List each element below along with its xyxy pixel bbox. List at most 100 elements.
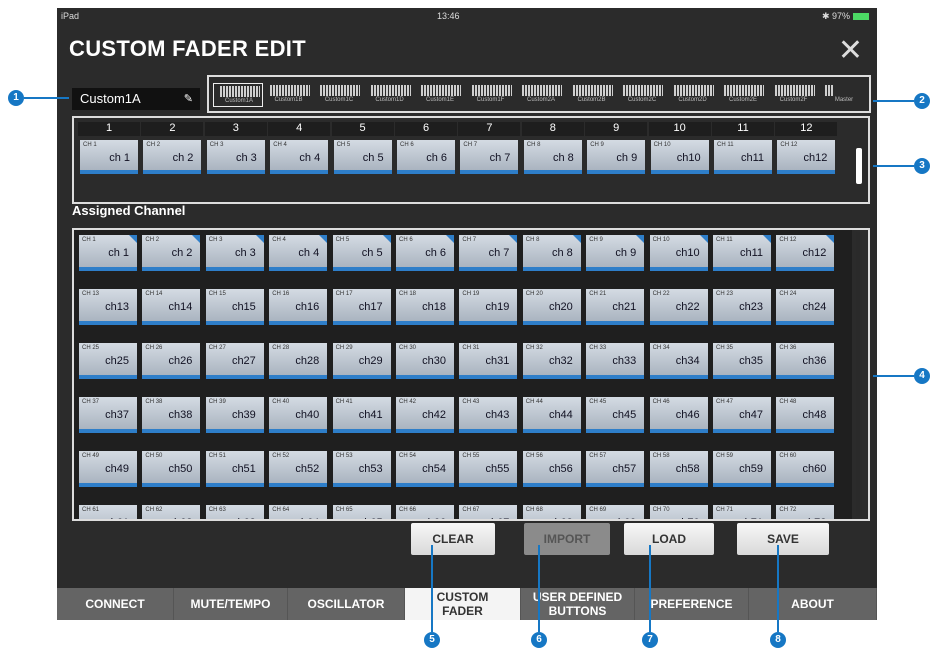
assigned-channel-tile[interactable]: CH 57 ch57 bbox=[586, 451, 645, 487]
layer-fader-tile[interactable]: CH 11 ch11 bbox=[714, 140, 772, 174]
assigned-channel-tile[interactable]: CH 62 ch62 bbox=[142, 505, 201, 519]
assigned-channel-tile[interactable]: CH 38 ch38 bbox=[142, 397, 201, 433]
assigned-channel-tile[interactable]: CH 16 ch16 bbox=[269, 289, 328, 325]
assigned-channel-tile[interactable]: CH 70 ch70 bbox=[649, 505, 708, 519]
assigned-channel-tile[interactable]: CH 49 ch49 bbox=[79, 451, 137, 487]
clear-button[interactable]: CLEAR bbox=[411, 523, 495, 555]
assigned-channel-tile[interactable]: CH 8 ch 8 bbox=[522, 235, 581, 271]
assigned-channel-tile[interactable]: CH 13 ch13 bbox=[79, 289, 137, 325]
assigned-channel-tile[interactable]: CH 17 ch17 bbox=[332, 289, 391, 325]
bank-custom2f[interactable]: Custom2F bbox=[769, 83, 819, 107]
bank-custom1d[interactable]: Custom1D bbox=[365, 83, 415, 107]
assigned-channel-tile[interactable]: CH 15 ch15 bbox=[205, 289, 264, 325]
assigned-channel-tile[interactable]: CH 63 ch63 bbox=[205, 505, 264, 519]
assigned-channel-tile[interactable]: CH 60 ch60 bbox=[776, 451, 835, 487]
bank-custom1b[interactable]: Custom1B bbox=[264, 83, 314, 107]
assigned-channel-tile[interactable]: CH 40 ch40 bbox=[269, 397, 328, 433]
assigned-channel-tile[interactable]: CH 36 ch36 bbox=[776, 343, 835, 379]
assigned-channel-tile[interactable]: CH 12 ch12 bbox=[776, 235, 835, 271]
assigned-channel-tile[interactable]: CH 23 ch23 bbox=[713, 289, 771, 325]
assigned-channel-tile[interactable]: CH 20 ch20 bbox=[522, 289, 581, 325]
assigned-channel-tile[interactable]: CH 58 ch58 bbox=[649, 451, 708, 487]
assigned-channel-tile[interactable]: CH 48 ch48 bbox=[776, 397, 835, 433]
assigned-channel-tile[interactable]: CH 64 ch64 bbox=[269, 505, 328, 519]
import-button[interactable]: IMPORT bbox=[524, 523, 610, 555]
edit-pencil-icon[interactable]: ✎ bbox=[184, 88, 193, 110]
assigned-channel-tile[interactable]: CH 31 ch31 bbox=[459, 343, 518, 379]
bank-custom2e[interactable]: Custom2E bbox=[718, 83, 768, 107]
bank-custom2d[interactable]: Custom2D bbox=[668, 83, 718, 107]
assigned-channel-scrollbar[interactable] bbox=[856, 232, 862, 516]
assigned-channel-tile[interactable]: CH 45 ch45 bbox=[586, 397, 645, 433]
assigned-channel-tile[interactable]: CH 65 ch65 bbox=[332, 505, 391, 519]
assigned-channel-tile[interactable]: CH 72 ch72 bbox=[776, 505, 835, 519]
layer-fader-tile[interactable]: CH 10 ch10 bbox=[650, 140, 709, 174]
assigned-channel-tile[interactable]: CH 67 ch67 bbox=[459, 505, 518, 519]
layer-fader-tile[interactable]: CH 8 ch 8 bbox=[523, 140, 582, 174]
assigned-channel-tile[interactable]: CH 34 ch34 bbox=[649, 343, 708, 379]
assigned-channel-tile[interactable]: CH 26 ch26 bbox=[142, 343, 201, 379]
assigned-channel-tile[interactable]: CH 29 ch29 bbox=[332, 343, 391, 379]
tab-connect[interactable]: CONNECT bbox=[57, 588, 174, 620]
assigned-channel-tile[interactable]: CH 5 ch 5 bbox=[332, 235, 391, 271]
layer-fader-tile[interactable]: CH 7 ch 7 bbox=[460, 140, 519, 174]
assigned-channel-tile[interactable]: CH 44 ch44 bbox=[522, 397, 581, 433]
bank-custom1f[interactable]: Custom1F bbox=[466, 83, 516, 107]
assigned-channel-tile[interactable]: CH 6 ch 6 bbox=[396, 235, 454, 271]
assigned-channel-tile[interactable]: CH 14 ch14 bbox=[142, 289, 201, 325]
assigned-channel-tile[interactable]: CH 7 ch 7 bbox=[459, 235, 518, 271]
assigned-channel-tile[interactable]: CH 19 ch19 bbox=[459, 289, 518, 325]
assigned-channel-tile[interactable]: CH 22 ch22 bbox=[649, 289, 708, 325]
assigned-channel-tile[interactable]: CH 56 ch56 bbox=[522, 451, 581, 487]
assigned-channel-tile[interactable]: CH 55 ch55 bbox=[459, 451, 518, 487]
save-button[interactable]: SAVE bbox=[737, 523, 829, 555]
load-button[interactable]: LOAD bbox=[624, 523, 714, 555]
close-icon[interactable]: ✕ bbox=[838, 36, 863, 66]
assigned-channel-tile[interactable]: CH 41 ch41 bbox=[332, 397, 391, 433]
assigned-channel-tile[interactable]: CH 46 ch46 bbox=[649, 397, 708, 433]
tab-mute-tempo[interactable]: MUTE/TEMPO bbox=[174, 588, 288, 620]
assigned-channel-tile[interactable]: CH 24 ch24 bbox=[776, 289, 835, 325]
bank-custom1c[interactable]: Custom1C bbox=[314, 83, 364, 107]
assigned-channel-tile[interactable]: CH 50 ch50 bbox=[142, 451, 201, 487]
assigned-channel-tile[interactable]: CH 54 ch54 bbox=[396, 451, 454, 487]
assigned-channel-tile[interactable]: CH 25 ch25 bbox=[79, 343, 137, 379]
layer-fader-tile[interactable]: CH 2 ch 2 bbox=[143, 140, 202, 174]
assigned-channel-tile[interactable]: CH 18 ch18 bbox=[396, 289, 454, 325]
layer-fader-tile[interactable]: CH 5 ch 5 bbox=[333, 140, 392, 174]
assigned-channel-tile[interactable]: CH 32 ch32 bbox=[522, 343, 581, 379]
layer-fader-tile[interactable]: CH 3 ch 3 bbox=[206, 140, 265, 174]
assigned-channel-tile[interactable]: CH 30 ch30 bbox=[396, 343, 454, 379]
layer-strip-scrollbar[interactable] bbox=[856, 148, 862, 184]
layer-name-field[interactable]: Custom1A ✎ bbox=[72, 88, 200, 110]
assigned-channel-tile[interactable]: CH 43 ch43 bbox=[459, 397, 518, 433]
assigned-channel-tile[interactable]: CH 47 ch47 bbox=[713, 397, 771, 433]
layer-fader-tile[interactable]: CH 4 ch 4 bbox=[270, 140, 329, 174]
assigned-channel-tile[interactable]: CH 9 ch 9 bbox=[586, 235, 645, 271]
assigned-channel-tile[interactable]: CH 51 ch51 bbox=[205, 451, 264, 487]
assigned-channel-tile[interactable]: CH 68 ch68 bbox=[522, 505, 581, 519]
bank-custom1a[interactable]: Custom1A bbox=[213, 83, 263, 107]
assigned-channel-tile[interactable]: CH 4 ch 4 bbox=[269, 235, 328, 271]
assigned-channel-tile[interactable]: CH 10 ch10 bbox=[649, 235, 708, 271]
assigned-channel-tile[interactable]: CH 28 ch28 bbox=[269, 343, 328, 379]
assigned-channel-tile[interactable]: CH 59 ch59 bbox=[713, 451, 771, 487]
bank-custom1e[interactable]: Custom1E bbox=[415, 83, 465, 107]
assigned-channel-tile[interactable]: CH 69 ch69 bbox=[586, 505, 645, 519]
assigned-channel-tile[interactable]: CH 39 ch39 bbox=[205, 397, 264, 433]
assigned-channel-tile[interactable]: CH 71 ch71 bbox=[713, 505, 771, 519]
tab-preference[interactable]: PREFERENCE bbox=[635, 588, 749, 620]
tab-about[interactable]: ABOUT bbox=[749, 588, 877, 620]
assigned-channel-tile[interactable]: CH 2 ch 2 bbox=[142, 235, 201, 271]
assigned-channel-tile[interactable]: CH 61 ch61 bbox=[79, 505, 137, 519]
assigned-channel-tile[interactable]: CH 1 ch 1 bbox=[79, 235, 137, 271]
layer-fader-tile[interactable]: CH 12 ch12 bbox=[777, 140, 836, 174]
assigned-channel-tile[interactable]: CH 37 ch37 bbox=[79, 397, 137, 433]
tab-custom-fader[interactable]: CUSTOM FADER bbox=[405, 588, 521, 620]
assigned-channel-tile[interactable]: CH 3 ch 3 bbox=[205, 235, 264, 271]
assigned-channel-tile[interactable]: CH 42 ch42 bbox=[396, 397, 454, 433]
layer-fader-tile[interactable]: CH 1 ch 1 bbox=[80, 140, 138, 174]
bank-master[interactable]: Master bbox=[819, 83, 869, 107]
bank-custom2a[interactable]: Custom2A bbox=[516, 83, 566, 107]
tab-oscillator[interactable]: OSCILLATOR bbox=[288, 588, 405, 620]
